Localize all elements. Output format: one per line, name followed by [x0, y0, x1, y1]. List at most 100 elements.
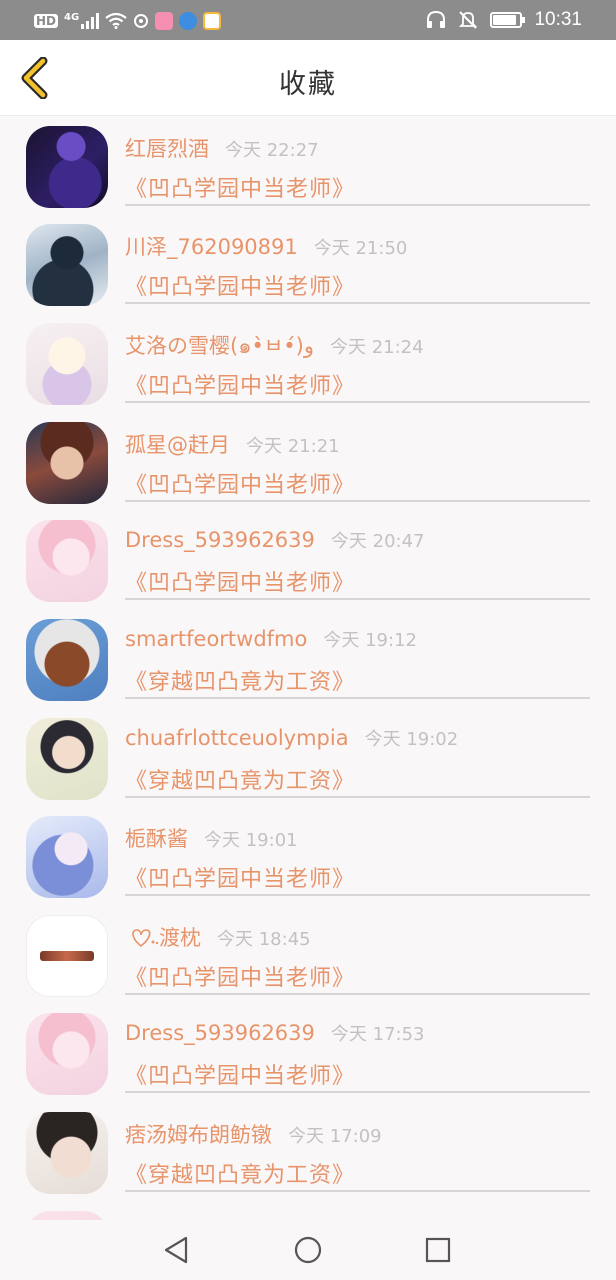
item-info: 痞汤姆布朗鲂镦 今天 17:09 《穿越凹凸竟为工资》: [125, 1103, 590, 1192]
avatar: [26, 816, 108, 898]
book-title[interactable]: 《穿越凹凸竟为工资》: [125, 1157, 355, 1189]
headphones-icon: [427, 11, 446, 28]
book-title[interactable]: 《穿越凹凸竟为工资》: [125, 763, 355, 795]
list-item[interactable]: smartfeortwdfmo 今天 19:12 《穿越凹凸竟为工资》: [0, 610, 616, 708]
user-name[interactable]: 痞汤姆布朗鲂镦: [125, 1123, 272, 1147]
list-item[interactable]: chuafrlottceuolympia 今天 19:02 《穿越凹凸竟为工资》: [0, 709, 616, 807]
item-info: chuafrlottceuolympia 今天 19:02 《穿越凹凸竟为工资》: [125, 709, 590, 798]
user-line: 渡枕 今天 18:45: [125, 922, 311, 952]
timestamp: 今天 21:50: [313, 238, 408, 259]
mute-icon: [459, 11, 478, 29]
book-title[interactable]: 《凹凸学园中当老师》: [125, 1058, 355, 1090]
user-line: 孤星@赶月 今天 21:21: [125, 429, 340, 459]
avatar: [26, 718, 108, 800]
item-info: 艾洛の雪樱(๑•̀ㅂ•́)و 今天 21:24 《凹凸学园中当老师》: [125, 314, 590, 403]
navigation-bar: [0, 1220, 616, 1280]
timestamp: 今天 19:02: [364, 729, 459, 750]
title-bar: 收藏: [0, 40, 616, 116]
book-title[interactable]: 《凹凸学园中当老师》: [125, 171, 355, 203]
book-title[interactable]: 《凹凸学园中当老师》: [125, 861, 355, 893]
user-line: 艾洛の雪樱(๑•̀ㅂ•́)و 今天 21:24: [125, 330, 424, 363]
user-name[interactable]: Dress_593962639: [125, 1021, 315, 1045]
notification-app-icon: [155, 12, 174, 30]
user-name[interactable]: 红唇烈酒: [125, 137, 209, 161]
user-line: 红唇烈酒 今天 22:27: [125, 133, 319, 163]
timestamp: 今天 19:12: [323, 630, 417, 651]
list-item[interactable]: 川泽_762090891 今天 21:50 《凹凸学园中当老师》: [0, 215, 616, 313]
item-info: 红唇烈酒 今天 22:27 《凹凸学园中当老师》: [125, 117, 590, 206]
list-item[interactable]: 栀酥酱 今天 19:01 《凹凸学园中当老师》: [0, 807, 616, 905]
user-name[interactable]: 栀酥酱: [125, 827, 188, 851]
list-item-partial[interactable]: [0, 1202, 616, 1220]
avatar: [26, 126, 108, 208]
avatar: [26, 224, 108, 306]
user-name[interactable]: Dress_593962639: [125, 528, 315, 552]
item-info: 栀酥酱 今天 19:01 《凹凸学园中当老师》: [125, 807, 590, 896]
item-info: 孤星@赶月 今天 21:21 《凹凸学园中当老师》: [125, 413, 590, 502]
battery-icon: [490, 12, 526, 28]
book-title[interactable]: 《凹凸学园中当老师》: [125, 467, 355, 499]
avatar: [26, 1013, 108, 1095]
book-title[interactable]: 《凹凸学园中当老师》: [125, 269, 355, 301]
battery-level: [493, 15, 517, 25]
nav-home-button[interactable]: [288, 1234, 328, 1266]
timestamp: 今天 17:53: [330, 1024, 425, 1045]
list-item[interactable]: 孤星@赶月 今天 21:21 《凹凸学园中当老师》: [0, 413, 616, 511]
timestamp: 今天 17:09: [288, 1126, 382, 1147]
list-item[interactable]: Dress_593962639 今天 17:53 《凹凸学园中当老师》: [0, 1004, 616, 1102]
wifi-icon: [105, 13, 127, 29]
item-info: 川泽_762090891 今天 21:50 《凹凸学园中当老师》: [125, 215, 590, 304]
avatar: [26, 915, 108, 997]
avatar: [26, 520, 108, 602]
book-title[interactable]: 《凹凸学园中当老师》: [125, 960, 355, 992]
avatar: [26, 1112, 108, 1194]
list-item[interactable]: 痞汤姆布朗鲂镦 今天 17:09 《穿越凹凸竟为工资》: [0, 1103, 616, 1201]
status-left: HD 4G: [34, 10, 222, 32]
item-info: Dress_593962639 今天 20:47 《凹凸学园中当老师》: [125, 511, 590, 600]
user-line: 栀酥酱 今天 19:01: [125, 823, 298, 853]
nav-recents-button[interactable]: [418, 1234, 458, 1266]
user-line: smartfeortwdfmo 今天 19:12: [125, 626, 417, 652]
favorites-list[interactable]: 红唇烈酒 今天 22:27 《凹凸学园中当老师》 川泽_762090891 今天 2…: [0, 117, 616, 1220]
book-title[interactable]: 《穿越凹凸竟为工资》: [125, 664, 355, 696]
avatar: [26, 619, 108, 701]
circle-home-icon: [294, 1236, 322, 1264]
user-name[interactable]: smartfeortwdfmo: [125, 627, 307, 651]
avatar: [26, 323, 108, 405]
item-info: 渡枕 今天 18:45 《凹凸学园中当老师》: [125, 906, 590, 995]
timestamp: 今天 18:45: [217, 929, 311, 950]
avatar: [26, 422, 108, 504]
book-title[interactable]: 《凹凸学园中当老师》: [125, 368, 355, 400]
status-bar: HD 4G 10:31: [0, 0, 616, 40]
item-info: Dress_593962639 今天 17:53 《凹凸学园中当老师》: [125, 1004, 590, 1093]
signal-icon: [81, 13, 100, 29]
book-title[interactable]: 《凹凸学园中当老师》: [125, 565, 355, 597]
notification-app-icon: [179, 12, 198, 30]
nav-back-button[interactable]: [156, 1234, 196, 1266]
list-item[interactable]: 艾洛の雪樱(๑•̀ㅂ•́)و 今天 21:24 《凹凸学园中当老师》: [0, 314, 616, 412]
timestamp: 今天 21:24: [329, 337, 424, 358]
network-label: HD: [34, 14, 59, 28]
page-title: 收藏: [279, 69, 337, 100]
list-item[interactable]: 红唇烈酒 今天 22:27 《凹凸学园中当老师》: [0, 117, 616, 215]
status-right: 10:31: [426, 8, 582, 32]
triangle-back-icon: [164, 1236, 188, 1264]
timestamp: 今天 19:01: [204, 830, 298, 851]
timestamp: 今天 21:21: [246, 436, 340, 457]
avatar: [26, 1211, 108, 1220]
user-name[interactable]: 孤星@赶月: [125, 433, 230, 457]
user-line: chuafrlottceuolympia 今天 19:02: [125, 725, 458, 751]
user-line: Dress_593962639 今天 17:53: [125, 1020, 425, 1046]
user-name[interactable]: 渡枕: [159, 926, 201, 950]
user-name[interactable]: 川泽_762090891: [125, 235, 298, 259]
timestamp: 今天 20:47: [330, 531, 425, 552]
list-item[interactable]: Dress_593962639 今天 20:47 《凹凸学园中当老师》: [0, 511, 616, 609]
list-item[interactable]: 渡枕 今天 18:45 《凹凸学园中当老师》: [0, 906, 616, 1004]
user-line: 痞汤姆布朗鲂镦 今天 17:09: [125, 1119, 382, 1149]
clock: 10:31: [534, 9, 582, 30]
user-name[interactable]: 艾洛の雪樱(๑•̀ㅂ•́)و: [125, 334, 314, 358]
user-name[interactable]: chuafrlottceuolympia: [125, 726, 349, 750]
sync-icon: [134, 14, 149, 28]
timestamp: 今天 22:27: [225, 140, 319, 161]
item-info: smartfeortwdfmo 今天 19:12 《穿越凹凸竟为工资》: [125, 610, 590, 699]
